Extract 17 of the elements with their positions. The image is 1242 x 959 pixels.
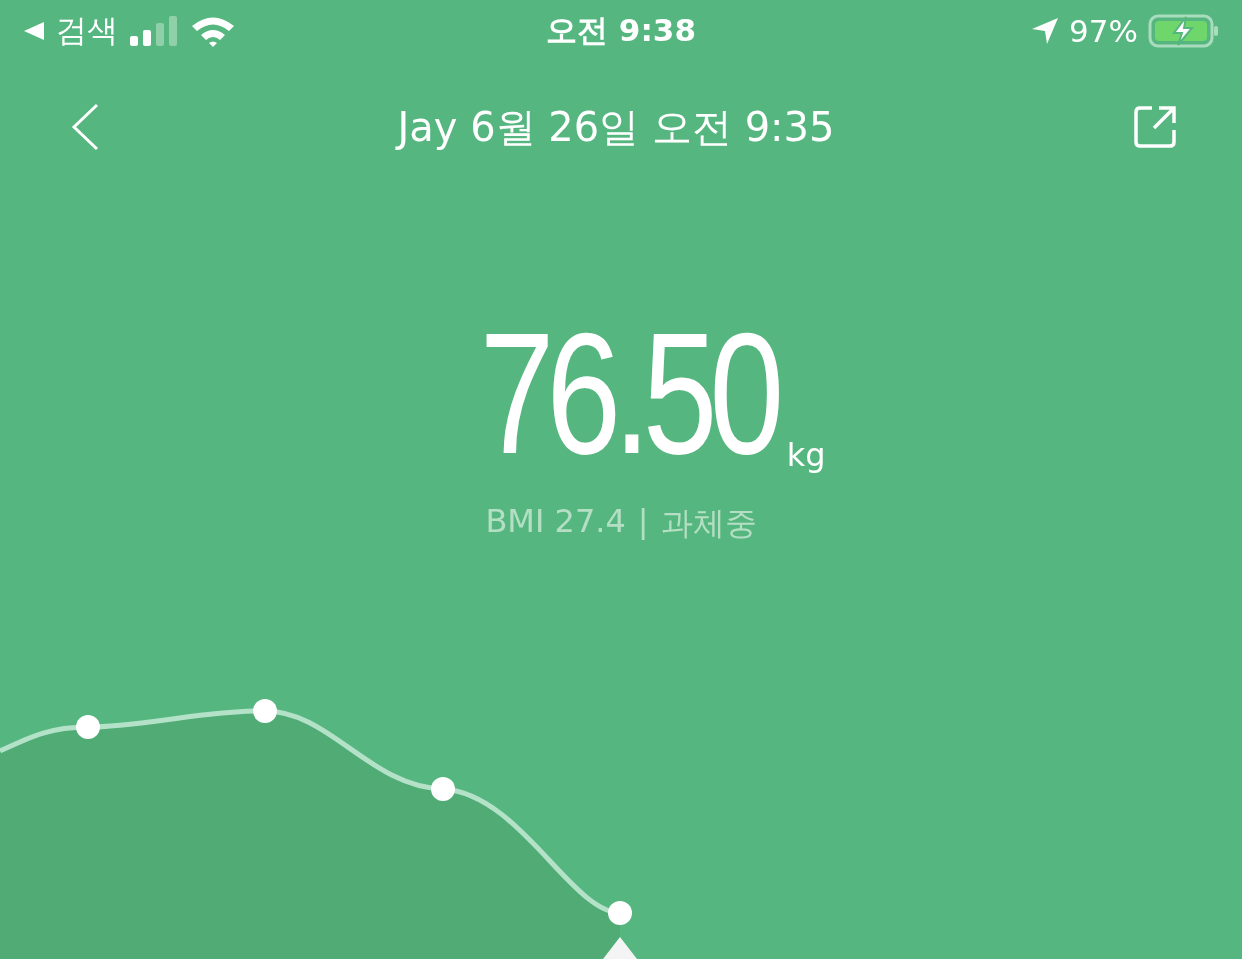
- record-title: Jay 6월 26일 오전 9:35: [397, 102, 835, 152]
- back-app-label[interactable]: 검색: [56, 10, 118, 52]
- share-button[interactable]: [1132, 104, 1178, 150]
- battery-charging-icon: [1148, 14, 1220, 48]
- separator: |: [637, 502, 649, 543]
- weight-unit: kg: [786, 436, 826, 475]
- location-arrow-icon: [1031, 17, 1060, 45]
- bmi-category: 과체중: [660, 503, 757, 545]
- bmi-value: BMI 27.4: [485, 502, 626, 543]
- signal-icon: [128, 16, 180, 46]
- clock-time: 오전 9:38: [546, 11, 696, 50]
- selection-pointer-icon: [603, 937, 637, 959]
- back-arrow-icon[interactable]: [22, 20, 46, 42]
- weight-value: 76.50: [480, 320, 777, 467]
- battery-percentage: 97%: [1069, 13, 1138, 49]
- wifi-icon: [190, 15, 236, 47]
- back-button[interactable]: [70, 103, 100, 151]
